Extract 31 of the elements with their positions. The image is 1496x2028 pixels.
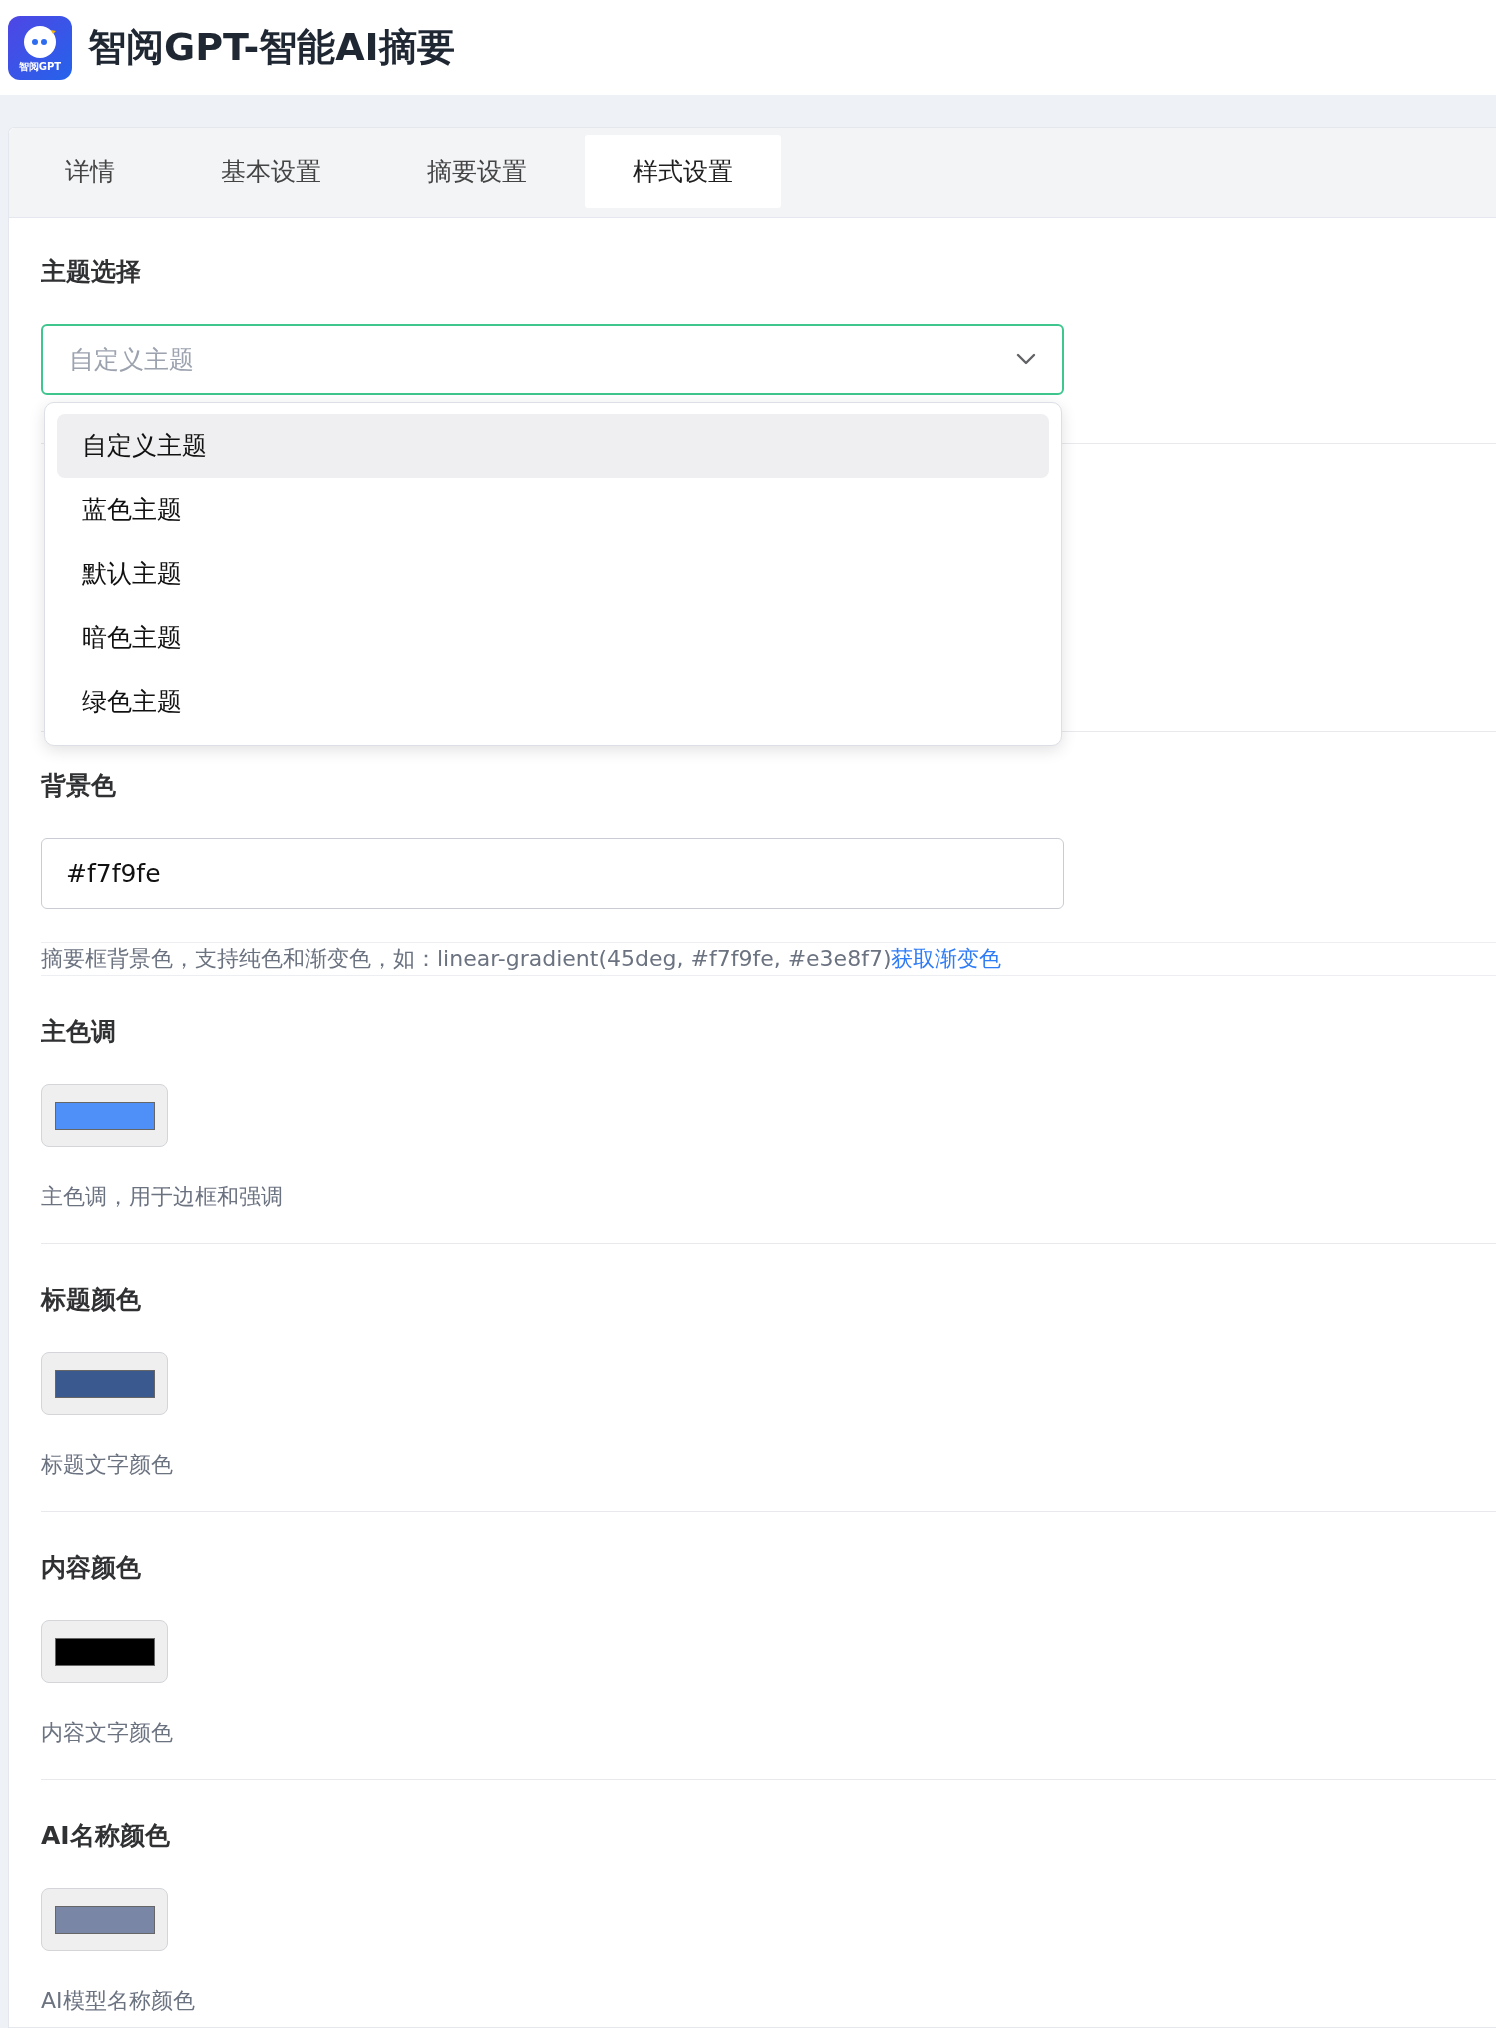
help-text: 标题文字颜色 [41, 1451, 174, 1479]
dropdown-option[interactable]: 暗色主题 [57, 606, 1049, 670]
help-text: 内容文字颜色 [41, 1719, 174, 1747]
help-text: AI模型名称颜色 [41, 1987, 196, 2015]
background-color-field[interactable]: #f7f9fe [41, 838, 1064, 909]
robot-face-icon [22, 23, 58, 60]
app-title: 智阅GPT-智能AI摘要 [88, 24, 455, 71]
help-text: 摘要框背景色，支持纯色和渐变色，如：linear-gradient(45deg, #f7f9fe, #e3e8f7)获取渐变色 [41, 945, 1003, 973]
tab[interactable]: 详情 [17, 135, 163, 208]
dropdown-option[interactable]: 自定义主题 [57, 414, 1049, 478]
tab[interactable]: 摘要设置 [379, 135, 575, 208]
color-picker[interactable] [41, 1352, 168, 1415]
help-text: 主色调，用于边框和强调 [41, 1183, 284, 1211]
theme-select[interactable]: 自定义主题 [41, 324, 1064, 395]
color-picker[interactable] [41, 1084, 168, 1147]
tab[interactable]: 基本设置 [173, 135, 369, 208]
field-label: 标题颜色 [41, 1284, 142, 1316]
field-label: 内容颜色 [41, 1552, 142, 1584]
field-label: 主题选择 [41, 256, 142, 288]
color-picker[interactable] [41, 1888, 168, 1951]
gradient-link[interactable]: 获取渐变色 [891, 946, 1002, 971]
dropdown-option[interactable]: 默认主题 [57, 542, 1049, 606]
field-label: 背景色 [41, 770, 117, 802]
field-label: 主色调 [41, 1016, 117, 1048]
color-picker[interactable] [41, 1620, 168, 1683]
logo-text: 智阅GPT [18, 61, 62, 72]
chevron-down-icon [1016, 353, 1036, 365]
dropdown-option[interactable]: 蓝色主题 [57, 478, 1049, 542]
field-label: AI名称颜色 [41, 1820, 171, 1852]
dropdown-option[interactable]: 绿色主题 [57, 670, 1049, 734]
tab[interactable]: 样式设置 [585, 135, 781, 208]
